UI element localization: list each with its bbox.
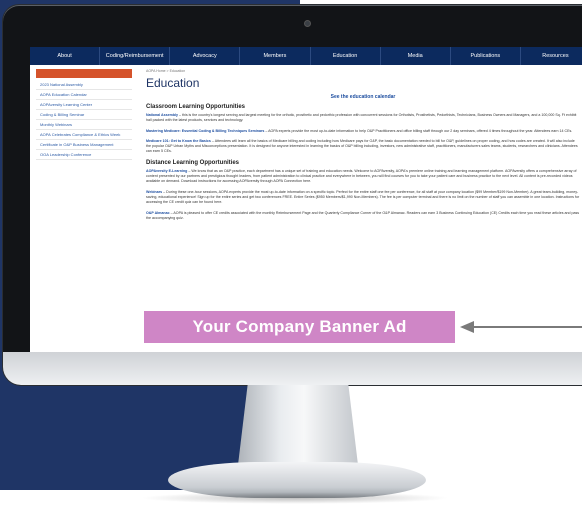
paragraph-aopaversity: AOPAversity E-Learning – We know that as… [146,169,580,185]
paragraph-text: – AOPA is pleased to offer CE credits as… [146,210,580,220]
sidebar-item-leadership-conference[interactable]: OOA Leadership Conference [36,150,132,160]
paragraph-text: – Attendees will learn all the basics of… [146,138,578,154]
paragraph-national-assembly: National Assembly – this is the country'… [146,113,580,124]
nav-item-publications[interactable]: Publications [451,47,521,65]
sidebar-item-education-calendar[interactable]: AOPA Education Calendar [36,90,132,100]
monitor-screen: About Coding/Reimbursement Advocacy Memb… [30,47,582,355]
sidebar-item-webinars[interactable]: Monthly Webinars [36,120,132,130]
nav-item-resources[interactable]: Resources [521,47,582,65]
sidebar-item-learning-center[interactable]: AOPAversity Learning Center [36,100,132,110]
link-mastering-medicare[interactable]: Mastering Medicare: Essential Coding & B… [146,129,264,133]
camera-icon [304,20,311,27]
section-heading-classroom: Classroom Learning Opportunities [146,104,246,110]
sidebar-item-certificate[interactable]: Certificate in O&P Business Management [36,140,132,150]
page-title: Education [146,76,200,90]
top-navigation: About Coding/Reimbursement Advocacy Memb… [30,47,582,65]
paragraph-mastering-medicare: Mastering Medicare: Essential Coding & B… [146,129,580,134]
sidebar-item-national-assembly[interactable]: 2023 National Assembly [36,80,132,90]
sidebar-item-coding-seminar[interactable]: Coding & Billing Seminar [36,110,132,120]
nav-item-about[interactable]: About [30,47,101,65]
paragraph-almanac: O&P Almanac – AOPA is pleased to offer C… [146,211,580,222]
paragraph-text: – During these one-hour sessions, AOPA e… [146,189,580,205]
paragraph-webinars: Webinars – During these one-hour session… [146,190,580,206]
nav-item-media[interactable]: Media [381,47,451,65]
nav-item-coding[interactable]: Coding/Reimbursement [100,47,171,65]
monitor-stand-neck [238,385,358,465]
paragraph-text: – AOPA experts provide the most up-to-da… [264,128,573,133]
nav-item-members[interactable]: Members [240,47,311,65]
paragraph-text: – We know that as an O&P practice, each … [146,168,577,184]
sidebar: 2023 National Assembly AOPA Education Ca… [36,69,132,226]
arrow-left-icon [460,321,582,333]
main-content: AOPA Home > Education Education See the … [132,69,582,226]
education-calendar-link[interactable]: See the education calendar [146,94,580,100]
link-almanac[interactable]: O&P Almanac [146,211,170,215]
paragraph-medicare-101: Medicare 101: Get to Know the Basics – A… [146,139,580,155]
sidebar-item-compliance-week[interactable]: AOPA Celebrates Compliance & Ethics Week [36,130,132,140]
breadcrumb[interactable]: AOPA Home > Education [146,69,580,73]
banner-ad[interactable]: Your Company Banner Ad [144,311,455,343]
stand-shadow [140,492,450,504]
link-webinars[interactable]: Webinars [146,190,162,194]
monitor-chin [3,352,582,385]
nav-item-education[interactable]: Education [311,47,381,65]
link-national-assembly[interactable]: National Assembly [146,113,178,117]
nav-item-advocacy[interactable]: Advocacy [170,47,241,65]
section-heading-distance: Distance Learning Opportunities [146,159,240,166]
sidebar-header-bar [36,69,132,78]
link-medicare-101[interactable]: Medicare 101: Get to Know the Basics [146,139,211,143]
link-aopaversity[interactable]: AOPAversity E-Learning [146,169,187,173]
paragraph-text: – this is the country's longest serving … [146,113,577,123]
